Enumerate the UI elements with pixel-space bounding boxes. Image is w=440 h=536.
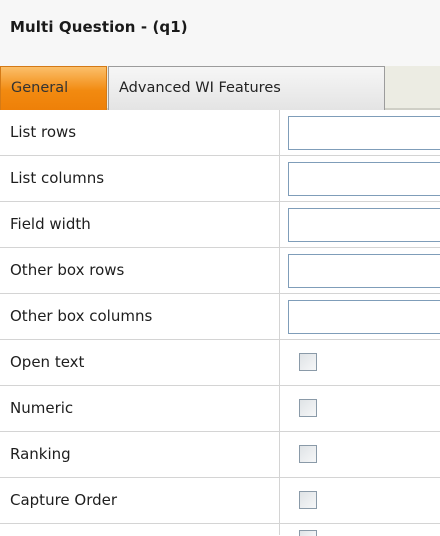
property-row-field-width: Field width xyxy=(0,202,440,248)
panel-header: Multi Question - (q1) xyxy=(0,0,440,66)
numeric-checkbox[interactable] xyxy=(299,399,317,417)
capture-order-label: Capture Order xyxy=(10,491,118,509)
field-width-input[interactable] xyxy=(288,208,440,242)
ranking-checkbox[interactable] xyxy=(299,445,317,463)
properties-grid: List rows List columns Field width Other… xyxy=(0,110,440,524)
panel-title: Multi Question - (q1) xyxy=(10,18,188,36)
numeric-label: Numeric xyxy=(10,399,74,417)
property-row-capture-order: Capture Order xyxy=(0,478,440,524)
other-box-columns-input[interactable] xyxy=(288,300,440,334)
next-row-checkbox[interactable] xyxy=(299,530,317,536)
other-box-columns-label: Other box columns xyxy=(10,307,153,325)
field-width-label: Field width xyxy=(10,215,91,233)
property-row-ranking: Ranking xyxy=(0,432,440,478)
property-row-list-rows: List rows xyxy=(0,110,440,156)
open-text-label: Open text xyxy=(10,353,85,371)
tab-general[interactable]: General xyxy=(0,66,107,110)
list-rows-label: List rows xyxy=(10,123,77,141)
property-row-other-box-rows: Other box rows xyxy=(0,248,440,294)
ranking-label: Ranking xyxy=(10,445,71,463)
tab-advanced-wi-features[interactable]: Advanced WI Features xyxy=(108,66,385,110)
other-box-rows-input[interactable] xyxy=(288,254,440,288)
property-row-numeric: Numeric xyxy=(0,386,440,432)
capture-order-checkbox[interactable] xyxy=(299,491,317,509)
list-rows-input[interactable] xyxy=(288,116,440,150)
property-row-list-columns: List columns xyxy=(0,156,440,202)
tab-strip: General Advanced WI Features xyxy=(0,66,440,110)
open-text-checkbox[interactable] xyxy=(299,353,317,371)
property-row-open-text: Open text xyxy=(0,340,440,386)
list-columns-input[interactable] xyxy=(288,162,440,196)
other-box-rows-label: Other box rows xyxy=(10,261,125,279)
list-columns-label: List columns xyxy=(10,169,105,187)
property-row-other-box-columns: Other box columns xyxy=(0,294,440,340)
